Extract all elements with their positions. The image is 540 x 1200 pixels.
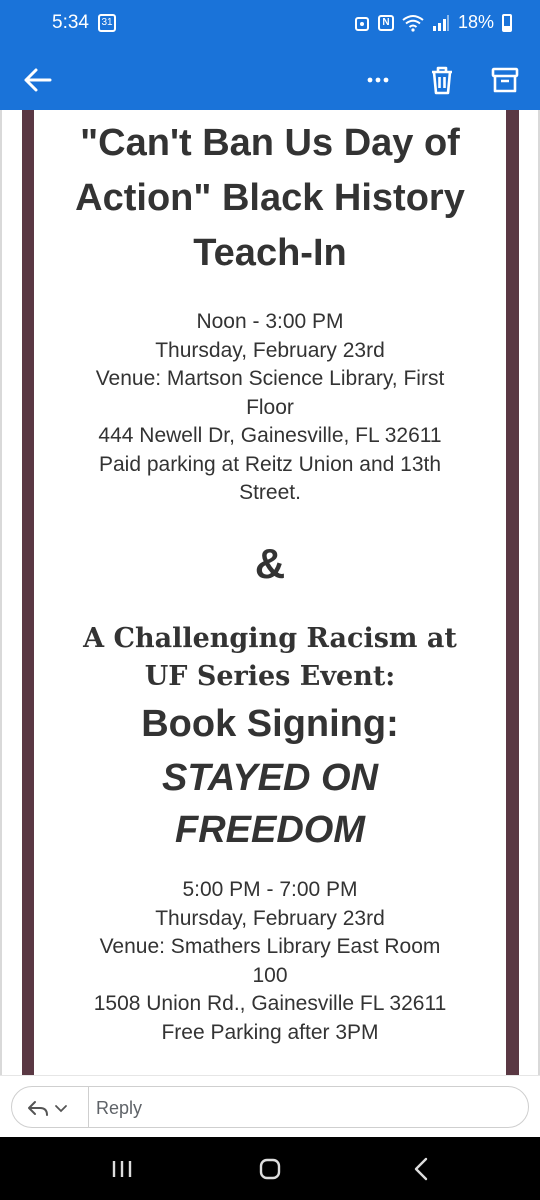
event-title-line: Action" Black History xyxy=(75,177,465,219)
system-nav-bar xyxy=(0,1137,540,1200)
trash-icon[interactable] xyxy=(424,60,460,100)
reply-input[interactable] xyxy=(96,1093,496,1123)
signing-address: 1508 Union Rd., Gainesville FL 32611 xyxy=(93,992,447,1015)
reply-divider xyxy=(88,1087,89,1127)
calendar-notification-icon: 31 xyxy=(98,14,116,32)
signing-time: 5:00 PM - 7:00 PM xyxy=(182,878,358,901)
flyer: "Can't Ban Us Day of Action" Black Histo… xyxy=(34,110,506,1075)
status-bar: 5:34 31 N 18% xyxy=(0,0,540,50)
signing-date: Thursday, February 23rd xyxy=(155,906,385,930)
reply-options-button[interactable] xyxy=(26,1093,86,1123)
event-address: 444 Newell Dr, Gainesville, FL 32611 xyxy=(98,424,442,447)
status-icons: N 18% xyxy=(354,12,512,33)
signing-parking: Free Parking after 3PM xyxy=(161,1020,379,1044)
event-parking-cont: Street. xyxy=(239,481,301,504)
event-venue: Venue: Martson Science Library, First xyxy=(95,367,445,390)
back-icon[interactable] xyxy=(18,60,58,100)
reply-icon xyxy=(28,1101,48,1116)
book-title-line: STAYED ON xyxy=(161,757,379,799)
event-time: Noon - 3:00 PM xyxy=(196,310,344,333)
reply-box[interactable] xyxy=(11,1086,529,1128)
event-title: "Can't Ban Us Day of Action" Black Histo… xyxy=(34,116,506,281)
event-title-line: Teach-In xyxy=(193,232,347,274)
series-title-line: A Challenging Racism at xyxy=(83,623,457,654)
ampersand: & xyxy=(254,540,286,587)
book-title-line: FREEDOM xyxy=(175,809,365,851)
battery-percent: 18% xyxy=(457,12,494,32)
battery-icon xyxy=(502,13,512,32)
recent-apps-icon[interactable] xyxy=(102,1151,142,1187)
signing-details: 5:00 PM - 7:00 PM Thursday, February 23r… xyxy=(34,876,506,1047)
status-time: 5:34 xyxy=(52,12,89,33)
event-date: Thursday, February 23rd xyxy=(155,338,385,362)
wifi-icon xyxy=(402,14,424,32)
book-signing-heading: Book Signing: xyxy=(141,703,399,745)
reply-bar xyxy=(0,1075,540,1137)
email-toolbar xyxy=(0,50,540,110)
signing-venue: Venue: Smathers Library East Room xyxy=(99,935,441,958)
event-parking: Paid parking at Reitz Union and 13th xyxy=(98,452,442,476)
book-title: STAYED ON FREEDOM xyxy=(34,752,506,856)
event-details: Noon - 3:00 PM Thursday, February 23rd V… xyxy=(34,308,506,508)
archive-icon[interactable] xyxy=(486,60,524,100)
nav-back-icon[interactable] xyxy=(402,1151,442,1187)
chevron-down-icon xyxy=(55,1105,67,1113)
more-icon[interactable] xyxy=(362,64,394,96)
series-title-line: UF Series Event: xyxy=(144,661,396,692)
event-title-line: "Can't Ban Us Day of xyxy=(80,122,460,164)
alarm-icon xyxy=(354,16,369,31)
nfc-icon: N xyxy=(377,14,394,31)
home-icon[interactable] xyxy=(250,1151,290,1187)
event-venue-cont: Floor xyxy=(246,395,294,419)
email-body[interactable]: "Can't Ban Us Day of Action" Black Histo… xyxy=(0,110,540,1075)
series-title: A Challenging Racism at UF Series Event: xyxy=(34,620,506,696)
left-border xyxy=(0,110,2,1075)
signing-venue-cont: 100 xyxy=(252,963,288,987)
signal-icon xyxy=(432,14,449,31)
